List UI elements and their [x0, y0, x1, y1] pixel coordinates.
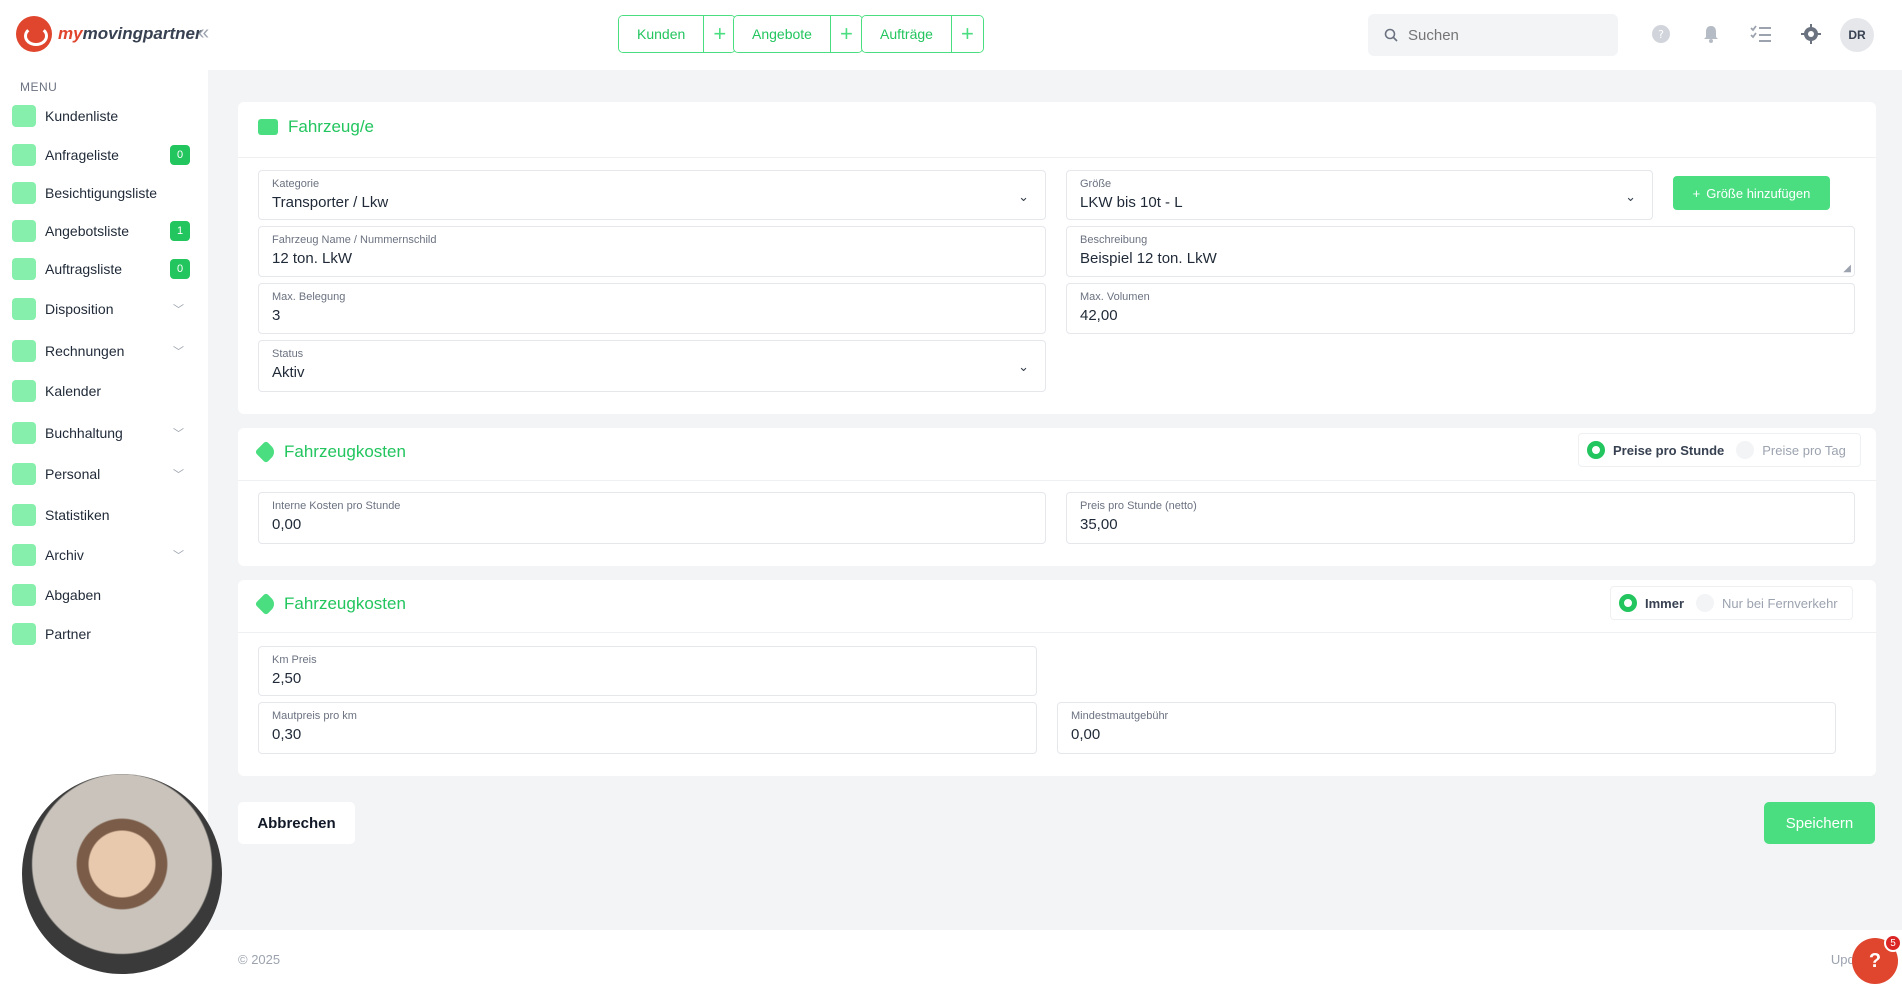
internal-cost-field[interactable]: Interne Kosten pro Stunde 0,00: [258, 492, 1046, 544]
inbox-icon: [12, 144, 36, 166]
radio-long-distance[interactable]: [1696, 594, 1715, 612]
km-price-field[interactable]: Km Preis 2,50: [258, 646, 1037, 696]
task-list-icon[interactable]: [1750, 23, 1772, 45]
max-volumen-field[interactable]: Max. Volumen 42,00: [1066, 283, 1855, 334]
add-auftrag-icon[interactable]: +: [950, 16, 983, 52]
sidebar-item-archiv[interactable]: Archiv ﹀: [12, 541, 198, 569]
sidebar-item-abgaben[interactable]: Abgaben: [12, 581, 198, 609]
search-icon: [1384, 28, 1398, 42]
sidebar-item-kalender[interactable]: Kalender: [12, 377, 198, 405]
count-badge: 0: [170, 145, 190, 165]
network-icon: [12, 584, 36, 606]
user-clock-icon: [12, 463, 36, 485]
count-badge: 1: [170, 221, 190, 241]
chevron-down-icon: ﹀: [173, 469, 184, 481]
vehicle-card: Fahrzeug/e Kategorie Transporter / Lkw ⌄…: [238, 102, 1876, 414]
chevron-down-icon: ﹀: [173, 428, 184, 440]
file-check-icon: [12, 258, 36, 280]
sidebar-item-personal[interactable]: Personal ﹀: [12, 460, 198, 488]
collapse-sidebar-icon[interactable]: «: [198, 22, 209, 45]
toll-per-km-field[interactable]: Mautpreis pro km 0,30: [258, 702, 1037, 754]
grid-icon: [12, 422, 36, 444]
add-kunde-icon[interactable]: +: [703, 16, 736, 52]
app-logo[interactable]: mymovingpartner: [16, 16, 202, 52]
chevron-down-icon: ⌄: [1018, 359, 1029, 374]
costs-km-card: Fahrzeugkosten Immer Nur bei Fernverkehr…: [238, 580, 1876, 776]
sidebar-item-kundenliste[interactable]: Kundenliste: [12, 102, 198, 130]
add-angebot-icon[interactable]: +: [829, 16, 862, 52]
sidebar-item-partner[interactable]: Partner: [12, 620, 198, 648]
bar-chart-icon: [12, 504, 36, 526]
chevron-down-icon: ⌄: [1625, 189, 1636, 204]
gantt-icon: [12, 298, 36, 320]
radio-always[interactable]: [1619, 594, 1637, 612]
resize-handle-icon[interactable]: ◢: [1843, 263, 1851, 274]
plus-icon: +: [1692, 185, 1701, 201]
fahrzeug-name-field[interactable]: Fahrzeug Name / Nummernschild 12 ton. Lk…: [258, 226, 1046, 277]
status-select[interactable]: Status Aktiv ⌄: [258, 340, 1046, 392]
cancel-button[interactable]: Abbrechen: [238, 802, 355, 844]
radio-per-day[interactable]: [1736, 441, 1755, 459]
house-icon: [12, 182, 36, 204]
add-size-button[interactable]: + Größe hinzufügen: [1673, 176, 1830, 210]
copyright-text: © 2025: [238, 952, 281, 967]
tag-icon: [254, 592, 278, 616]
chevron-down-icon: ﹀: [173, 550, 184, 562]
chevron-down-icon: ﹀: [173, 346, 184, 358]
vehicle-card-title: Fahrzeug/e: [258, 117, 374, 137]
sidebar-item-auftragsliste[interactable]: Auftragsliste 0: [12, 255, 198, 283]
count-badge: 0: [170, 259, 190, 279]
radio-per-hour[interactable]: [1587, 441, 1605, 459]
min-toll-field[interactable]: Mindestmautgebühr 0,00: [1057, 702, 1836, 754]
logo-icon: [16, 16, 52, 52]
save-button[interactable]: Speichern: [1764, 802, 1875, 844]
max-belegung-field[interactable]: Max. Belegung 3: [258, 283, 1046, 334]
handshake-icon: [12, 623, 36, 645]
price-mode-toggle: Preise pro Stunde Preise pro Tag: [1578, 433, 1861, 467]
document-icon: [12, 220, 36, 242]
sidebar-item-besichtigungsliste[interactable]: Besichtigungsliste: [12, 179, 198, 207]
user-avatar[interactable]: DR: [1840, 18, 1874, 52]
search-box: [1368, 14, 1618, 56]
quick-button-auftraege: Aufträge +: [861, 15, 984, 53]
sidebar-item-anfrageliste[interactable]: Anfrageliste 0: [12, 141, 198, 169]
gear-icon[interactable]: [1800, 23, 1822, 45]
sidebar-item-rechnungen[interactable]: Rechnungen ﹀: [12, 337, 198, 365]
svg-text:?: ?: [1658, 28, 1664, 41]
sidebar-item-disposition[interactable]: Disposition ﹀: [12, 295, 198, 323]
beschreibung-textarea[interactable]: Beschreibung Beispiel 12 ton. LkW ◢: [1066, 226, 1855, 277]
costs-km-title: Fahrzeugkosten: [254, 592, 406, 616]
groesse-select[interactable]: Größe LKW bis 10t - L ⌄: [1066, 170, 1653, 220]
price-per-hour-field[interactable]: Preis pro Stunde (netto) 35,00: [1066, 492, 1855, 544]
chevron-down-icon: ⌄: [1018, 189, 1029, 204]
archive-icon: [12, 544, 36, 566]
toll-mode-toggle: Immer Nur bei Fernverkehr: [1610, 586, 1853, 620]
notification-badge: 5: [1884, 934, 1902, 952]
menu-title: MENU: [20, 80, 58, 94]
quick-button-angebote: Angebote +: [733, 15, 863, 53]
sidebar-item-angebotsliste[interactable]: Angebotsliste 1: [12, 217, 198, 245]
tag-icon: [254, 440, 278, 464]
calendar-icon: [12, 380, 36, 402]
footer: © 2025 Upda: [208, 930, 1902, 990]
users-icon: [12, 105, 36, 127]
costs-hourly-card: Fahrzeugkosten Preise pro Stunde Preise …: [238, 428, 1876, 566]
top-header: mymovingpartner « Kunden + Angebote + Au…: [0, 0, 1902, 70]
webcam-overlay: [22, 774, 222, 974]
search-input[interactable]: [1408, 26, 1588, 44]
sidebar-item-buchhaltung[interactable]: Buchhaltung ﹀: [12, 419, 198, 447]
bell-icon[interactable]: [1700, 23, 1722, 45]
costs-hourly-title: Fahrzeugkosten: [254, 440, 406, 464]
help-circle-icon[interactable]: ?: [1650, 23, 1672, 45]
sidebar-item-statistiken[interactable]: Statistiken: [12, 501, 198, 529]
chevron-down-icon: ﹀: [173, 304, 184, 316]
truck-icon: [258, 119, 278, 135]
money-icon: [12, 340, 36, 362]
kategorie-select[interactable]: Kategorie Transporter / Lkw ⌄: [258, 170, 1046, 220]
quick-button-kunden: Kunden +: [618, 15, 737, 53]
